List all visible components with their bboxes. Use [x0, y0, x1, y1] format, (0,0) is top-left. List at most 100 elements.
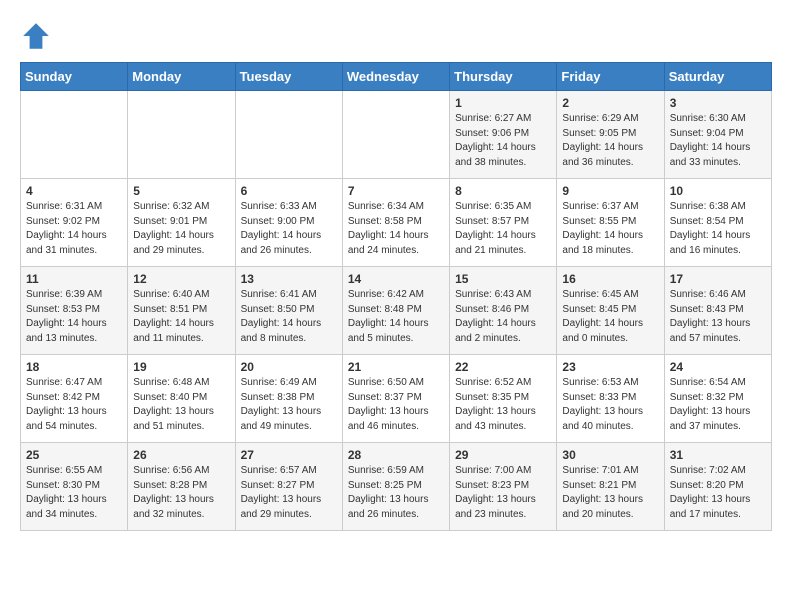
day-number: 9 — [562, 184, 658, 198]
day-header-sunday: Sunday — [21, 63, 128, 91]
day-number: 30 — [562, 448, 658, 462]
calendar-cell: 21 Sunrise: 6:50 AM Sunset: 8:37 PM Dayli… — [342, 355, 449, 443]
day-info: Sunrise: 6:30 AM Sunset: 9:04 PM Dayligh… — [670, 112, 766, 170]
calendar-cell: 27Sunrise: 6:57 AM Sunset: 8:27 PM Dayli… — [235, 443, 342, 531]
calendar-cell: 6Sunrise: 6:33 AM Sunset: 9:00 PM Daylig… — [235, 179, 342, 267]
day-header-thursday: Thursday — [450, 63, 557, 91]
calendar-week-1: 1Sunrise: 6:27 AM Sunset: 9:06 PM Daylig… — [21, 91, 772, 179]
calendar-cell — [342, 91, 449, 179]
day-info: Sunrise: 7:01 AM Sunset: 8:21 PM Dayligh… — [562, 464, 658, 522]
day-info: Sunrise: 6:39 AM Sunset: 8:53 PM Dayligh… — [26, 288, 122, 346]
day-number: 28 — [348, 448, 444, 462]
day-number: 1 — [455, 96, 551, 110]
day-info: Sunrise: 6:29 AM Sunset: 9:05 PM Dayligh… — [562, 112, 658, 170]
day-number: 29 — [455, 448, 551, 462]
calendar-cell: 1Sunrise: 6:27 AM Sunset: 9:06 PM Daylig… — [450, 91, 557, 179]
day-number: 25 — [26, 448, 122, 462]
day-info: Sunrise: 6:41 AM Sunset: 8:50 PM Dayligh… — [241, 288, 337, 346]
day-header-friday: Friday — [557, 63, 664, 91]
calendar-cell — [128, 91, 235, 179]
calendar-cell: 3 Sunrise: 6:30 AM Sunset: 9:04 PM Daylig… — [664, 91, 771, 179]
day-number: 2 — [562, 96, 658, 110]
day-info: Sunrise: 6:32 AM Sunset: 9:01 PM Dayligh… — [133, 200, 229, 258]
calendar-cell: 8 Sunrise: 6:35 AM Sunset: 8:57 PM Daylig… — [450, 179, 557, 267]
day-number: 21 — [348, 360, 444, 374]
calendar-cell: 26 Sunrise: 6:56 AM Sunset: 8:28 PM Dayli… — [128, 443, 235, 531]
day-info: Sunrise: 6:35 AM Sunset: 8:57 PM Dayligh… — [455, 200, 551, 258]
calendar-cell: 29 Sunrise: 7:00 AM Sunset: 8:23 PM Dayli… — [450, 443, 557, 531]
calendar-cell: 2 Sunrise: 6:29 AM Sunset: 9:05 PM Daylig… — [557, 91, 664, 179]
day-number: 13 — [241, 272, 337, 286]
day-number: 14 — [348, 272, 444, 286]
day-info: Sunrise: 6:37 AM Sunset: 8:55 PM Dayligh… — [562, 200, 658, 258]
calendar-week-3: 11 Sunrise: 6:39 AM Sunset: 8:53 PM Dayli… — [21, 267, 772, 355]
day-info: Sunrise: 6:52 AM Sunset: 8:35 PM Dayligh… — [455, 376, 551, 434]
day-info: Sunrise: 6:56 AM Sunset: 8:28 PM Dayligh… — [133, 464, 229, 522]
day-number: 12 — [133, 272, 229, 286]
day-number: 15 — [455, 272, 551, 286]
day-number: 8 — [455, 184, 551, 198]
calendar-cell: 14 Sunrise: 6:42 AM Sunset: 8:48 PM Dayli… — [342, 267, 449, 355]
calendar-cell: 11 Sunrise: 6:39 AM Sunset: 8:53 PM Dayli… — [21, 267, 128, 355]
calendar-week-5: 25 Sunrise: 6:55 AM Sunset: 8:30 PM Dayli… — [21, 443, 772, 531]
day-info: Sunrise: 6:42 AM Sunset: 8:48 PM Dayligh… — [348, 288, 444, 346]
day-number: 17 — [670, 272, 766, 286]
day-info: Sunrise: 6:34 AM Sunset: 8:58 PM Dayligh… — [348, 200, 444, 258]
day-header-wednesday: Wednesday — [342, 63, 449, 91]
day-info: Sunrise: 6:33 AM Sunset: 9:00 PM Dayligh… — [241, 200, 337, 258]
day-info: Sunrise: 7:02 AM Sunset: 8:20 PM Dayligh… — [670, 464, 766, 522]
calendar-cell: 31 Sunrise: 7:02 AM Sunset: 8:20 PM Dayli… — [664, 443, 771, 531]
day-number: 10 — [670, 184, 766, 198]
day-info: Sunrise: 6:43 AM Sunset: 8:46 PM Dayligh… — [455, 288, 551, 346]
day-number: 4 — [26, 184, 122, 198]
calendar-week-4: 18Sunrise: 6:47 AM Sunset: 8:42 PM Dayli… — [21, 355, 772, 443]
day-number: 23 — [562, 360, 658, 374]
calendar-week-2: 4 Sunrise: 6:31 AM Sunset: 9:02 PM Daylig… — [21, 179, 772, 267]
calendar-cell: 17 Sunrise: 6:46 AM Sunset: 8:43 PM Dayli… — [664, 267, 771, 355]
day-header-monday: Monday — [128, 63, 235, 91]
calendar-cell — [235, 91, 342, 179]
calendar-cell: 25 Sunrise: 6:55 AM Sunset: 8:30 PM Dayli… — [21, 443, 128, 531]
day-info: Sunrise: 7:00 AM Sunset: 8:23 PM Dayligh… — [455, 464, 551, 522]
calendar-cell: 23Sunrise: 6:53 AM Sunset: 8:33 PM Dayli… — [557, 355, 664, 443]
calendar-cell — [21, 91, 128, 179]
day-info: Sunrise: 6:38 AM Sunset: 8:54 PM Dayligh… — [670, 200, 766, 258]
calendar-cell: 5 Sunrise: 6:32 AM Sunset: 9:01 PM Daylig… — [128, 179, 235, 267]
calendar-cell: 4 Sunrise: 6:31 AM Sunset: 9:02 PM Daylig… — [21, 179, 128, 267]
calendar-cell: 12 Sunrise: 6:40 AM Sunset: 8:51 PM Dayli… — [128, 267, 235, 355]
day-number: 16 — [562, 272, 658, 286]
day-number: 27 — [241, 448, 337, 462]
calendar-cell: 28 Sunrise: 6:59 AM Sunset: 8:25 PM Dayli… — [342, 443, 449, 531]
day-number: 22 — [455, 360, 551, 374]
day-number: 24 — [670, 360, 766, 374]
day-info: Sunrise: 6:50 AM Sunset: 8:37 PM Dayligh… — [348, 376, 444, 434]
calendar-cell: 22 Sunrise: 6:52 AM Sunset: 8:35 PM Dayli… — [450, 355, 557, 443]
day-info: Sunrise: 6:55 AM Sunset: 8:30 PM Dayligh… — [26, 464, 122, 522]
calendar-header-row: SundayMondayTuesdayWednesdayThursdayFrid… — [21, 63, 772, 91]
calendar-cell: 13 Sunrise: 6:41 AM Sunset: 8:50 PM Dayli… — [235, 267, 342, 355]
day-header-tuesday: Tuesday — [235, 63, 342, 91]
calendar-cell: 19Sunrise: 6:48 AM Sunset: 8:40 PM Dayli… — [128, 355, 235, 443]
day-number: 11 — [26, 272, 122, 286]
day-info: Sunrise: 6:45 AM Sunset: 8:45 PM Dayligh… — [562, 288, 658, 346]
calendar-cell: 10 Sunrise: 6:38 AM Sunset: 8:54 PM Dayli… — [664, 179, 771, 267]
day-number: 26 — [133, 448, 229, 462]
day-info: Sunrise: 6:31 AM Sunset: 9:02 PM Dayligh… — [26, 200, 122, 258]
day-info: Sunrise: 6:40 AM Sunset: 8:51 PM Dayligh… — [133, 288, 229, 346]
day-info: Sunrise: 6:59 AM Sunset: 8:25 PM Dayligh… — [348, 464, 444, 522]
day-number: 31 — [670, 448, 766, 462]
calendar-cell: 7 Sunrise: 6:34 AM Sunset: 8:58 PM Daylig… — [342, 179, 449, 267]
day-number: 7 — [348, 184, 444, 198]
calendar-cell: 24 Sunrise: 6:54 AM Sunset: 8:32 PM Dayli… — [664, 355, 771, 443]
calendar-cell: 15 Sunrise: 6:43 AM Sunset: 8:46 PM Dayli… — [450, 267, 557, 355]
calendar-cell: 9 Sunrise: 6:37 AM Sunset: 8:55 PM Daylig… — [557, 179, 664, 267]
page-header — [20, 20, 772, 52]
logo-icon — [20, 20, 52, 52]
day-number: 5 — [133, 184, 229, 198]
day-number: 18 — [26, 360, 122, 374]
day-info: Sunrise: 6:54 AM Sunset: 8:32 PM Dayligh… — [670, 376, 766, 434]
logo — [20, 20, 56, 52]
day-info: Sunrise: 6:46 AM Sunset: 8:43 PM Dayligh… — [670, 288, 766, 346]
day-info: Sunrise: 6:48 AM Sunset: 8:40 PM Dayligh… — [133, 376, 229, 434]
day-number: 3 — [670, 96, 766, 110]
